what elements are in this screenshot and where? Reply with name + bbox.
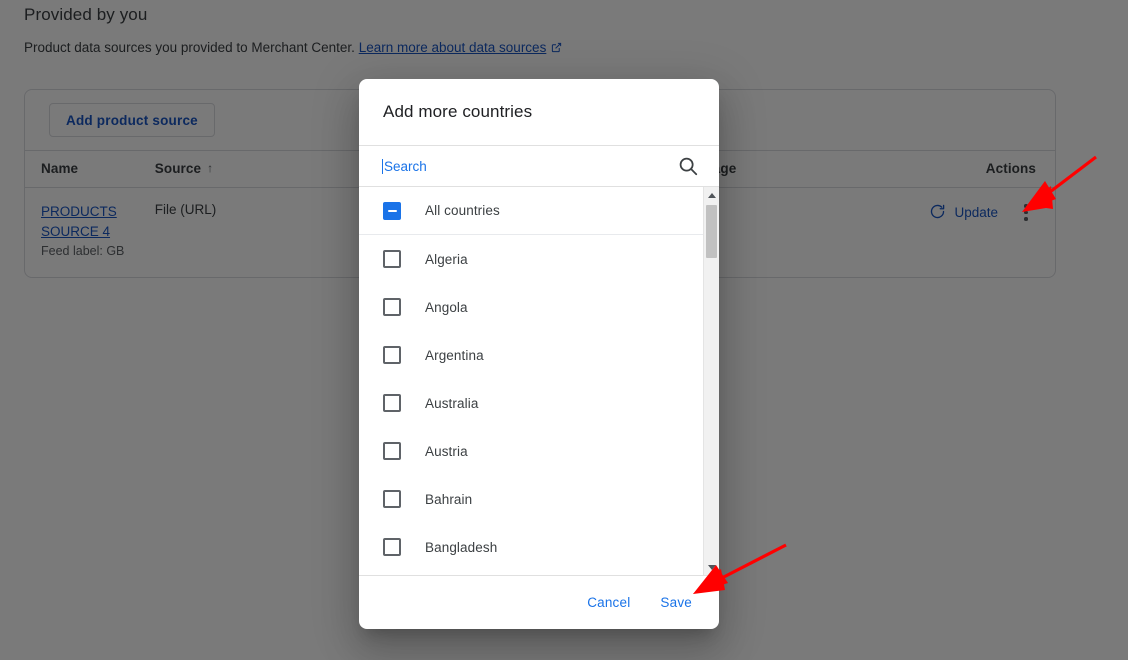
list-item[interactable]: Australia [359,379,703,427]
cancel-button[interactable]: Cancel [577,587,640,618]
chevron-down-icon [708,564,716,570]
scrollbar-thumb[interactable] [706,205,717,258]
scroll-up-button[interactable] [704,187,719,203]
dialog-title: Add more countries [383,102,533,121]
dialog-footer: Cancel Save [359,575,719,629]
checkbox[interactable] [383,394,401,412]
list-item[interactable]: Bangladesh [359,523,703,571]
search-icon[interactable] [677,155,699,177]
save-button[interactable]: Save [650,587,702,618]
list-item-all-countries[interactable]: All countries [359,187,703,235]
add-countries-dialog: Add more countries Search All countries … [359,79,719,629]
country-list[interactable]: All countries Algeria Angola Argentina A… [359,187,719,575]
list-item-label: Algeria [425,251,468,267]
checkbox[interactable] [383,250,401,268]
country-list-inner: All countries Algeria Angola Argentina A… [359,187,703,571]
list-item[interactable]: Austria [359,427,703,475]
list-item-label: Australia [425,395,479,411]
list-item-label: All countries [425,203,500,218]
search-placeholder: Search [384,158,427,174]
chevron-up-icon [708,192,716,198]
list-item-label: Austria [425,443,468,459]
scroll-down-button[interactable] [704,559,719,575]
checkbox[interactable] [383,442,401,460]
page-root: Provided by you Product data sources you… [0,0,1128,660]
search-input[interactable]: Search [382,158,677,174]
list-item-label: Bahrain [425,491,473,507]
text-caret [382,158,383,174]
list-item[interactable]: Angola [359,283,703,331]
list-item-label: Bangladesh [425,539,498,555]
checkbox[interactable] [383,490,401,508]
list-scrollbar[interactable] [703,187,719,575]
checkbox-all-countries[interactable] [383,201,401,220]
dialog-search-bar: Search [359,145,719,187]
list-item-label: Argentina [425,347,484,363]
list-item[interactable]: Bahrain [359,475,703,523]
checkbox[interactable] [383,298,401,316]
checkbox[interactable] [383,538,401,556]
checkbox[interactable] [383,346,401,364]
list-item[interactable]: Algeria [359,235,703,283]
list-item[interactable]: Argentina [359,331,703,379]
list-item-label: Angola [425,299,468,315]
